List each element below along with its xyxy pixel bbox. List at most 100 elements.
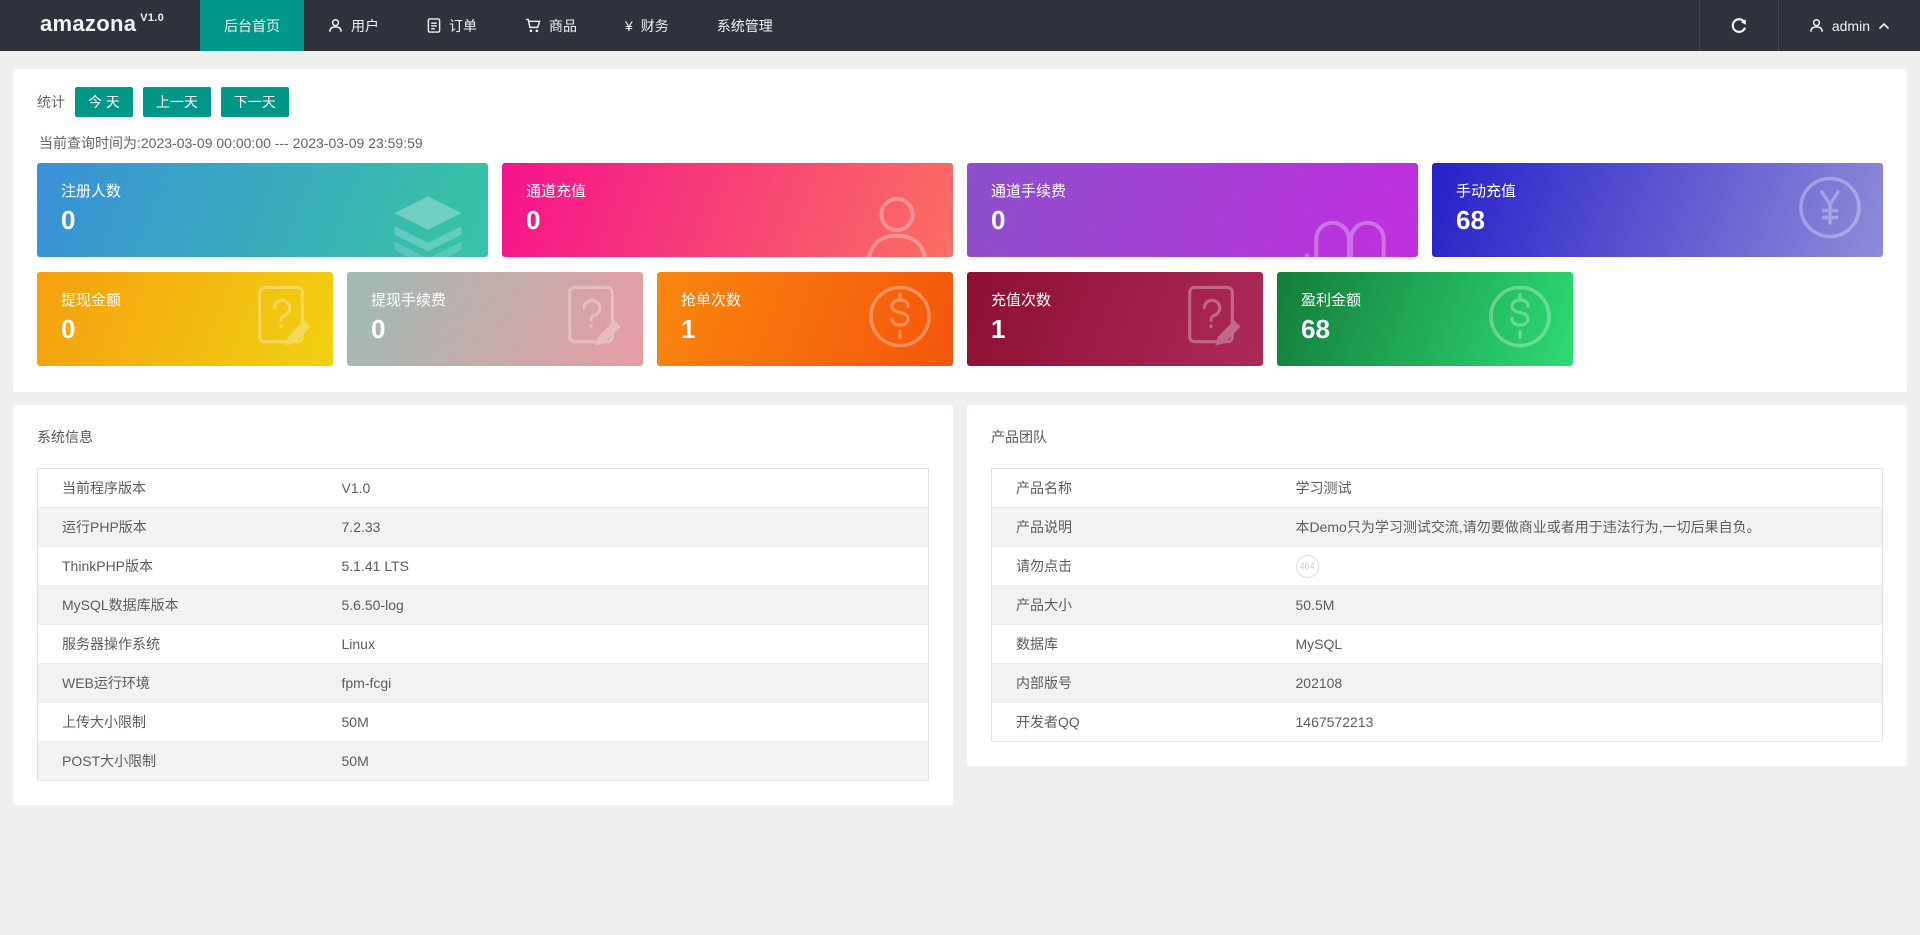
table-row: 开发者QQ 1467572213 (991, 702, 1883, 742)
product-team-panel: 产品团队 产品名称 学习测试 产品说明 本Demo只为学习测试交流,请勿要做商业… (967, 405, 1907, 766)
row-value: 本Demo只为学习测试交流,请勿要做商业或者用于违法行为,一切后果自负。 (1271, 507, 1883, 547)
row-value: 50M (317, 702, 929, 742)
nav-item-label: 系统管理 (716, 17, 773, 34)
stat-card-value: 0 (61, 314, 76, 344)
row-label: 产品名称 (991, 468, 1272, 508)
stat-card-withdraw-amount: 提现金额 0 (37, 272, 333, 366)
refresh-button[interactable] (1698, 0, 1778, 51)
stat-cards-row-1: 注册人数 0 通道充值 0 通道手续费 0 手动充值 68 (37, 163, 1883, 257)
stat-card-registered-users: 注册人数 0 (37, 163, 488, 257)
row-value: 学习测试 (1271, 468, 1883, 508)
nav-item-label: 订单 (449, 17, 477, 34)
row-value: 404 (1271, 546, 1883, 586)
table-row: 数据库 MySQL (991, 624, 1883, 664)
stats-header: 统计 今 天 上一天 下一天 (37, 87, 1892, 117)
stat-card-manual-recharge: 手动充值 68 (1432, 163, 1883, 257)
table-row: MySQL数据库版本 5.6.50-log (37, 585, 929, 625)
stat-card-value: 0 (991, 205, 1006, 235)
nav-item-finance[interactable]: ¥ 财务 (601, 0, 693, 51)
yen-icon: ¥ (625, 17, 633, 34)
product-team-table: 产品名称 学习测试 产品说明 本Demo只为学习测试交流,请勿要做商业或者用于违… (991, 468, 1883, 742)
row-label: 产品说明 (991, 507, 1272, 547)
nav-item-dashboard[interactable]: 后台首页 (200, 0, 304, 51)
row-label: 请勿点击 (991, 546, 1272, 586)
stat-card-grab-orders: 抢单次数 1 (657, 272, 953, 366)
stat-card-label: 盈利金额 (1301, 292, 1362, 309)
next-day-button[interactable]: 下一天 (220, 87, 289, 117)
row-label: 数据库 (991, 624, 1272, 664)
top-navbar: amazona V1.0 后台首页 用户 订单 商品 ¥ 财务 系统管理 adm… (0, 0, 1920, 51)
query-time-text: 当前查询时间为:2023-03-09 00:00:00 --- 2023-03-… (39, 135, 423, 151)
stat-card-profit-amount: 盈利金额 68 (1277, 272, 1573, 366)
today-button[interactable]: 今 天 (75, 87, 133, 117)
stat-card-label: 充值次数 (991, 292, 1052, 309)
system-info-table: 当前程序版本 V1.0 运行PHP版本 7.2.33 ThinkPHP版本 5.… (37, 468, 929, 781)
stat-card-label: 通道手续费 (991, 183, 1067, 200)
stat-cards-row-2: 提现金额 0 提现手续费 0 抢单次数 1 充值次数 1 盈利金额 68 (37, 272, 1883, 366)
table-row: 内部版号 202108 (991, 663, 1883, 703)
order-icon (427, 18, 441, 33)
stat-card-value: 1 (991, 314, 1006, 344)
table-row: 运行PHP版本 7.2.33 (37, 507, 929, 547)
nav-item-label: 后台首页 (224, 17, 280, 34)
row-value: Linux (317, 624, 929, 664)
stat-card-value: 0 (61, 205, 76, 235)
table-row: WEB运行环境 fpm-fcgi (37, 663, 929, 703)
row-value: V1.0 (317, 468, 929, 508)
stat-card-label: 注册人数 (61, 183, 122, 200)
row-value: MySQL (1271, 624, 1883, 664)
stat-card-value: 68 (1301, 314, 1330, 344)
table-row: 上传大小限制 50M (37, 702, 929, 742)
refresh-icon (1730, 17, 1748, 35)
row-label: 开发者QQ (991, 702, 1272, 742)
table-row: 产品大小 50.5M (991, 585, 1883, 625)
row-label: ThinkPHP版本 (37, 546, 318, 586)
row-label: 服务器操作系统 (37, 624, 318, 664)
row-value: 1467572213 (1271, 702, 1883, 742)
stat-card-withdraw-fee: 提现手续费 0 (347, 272, 643, 366)
nav-item-label: 财务 (640, 17, 669, 34)
brand-logo[interactable]: amazona V1.0 (0, 0, 200, 51)
nav-item-goods[interactable]: 商品 (501, 0, 601, 51)
table-row: 产品说明 本Demo只为学习测试交流,请勿要做商业或者用于违法行为,一切后果自负… (991, 507, 1883, 547)
stat-card-value: 68 (1456, 205, 1485, 235)
404-badge[interactable]: 404 (1295, 554, 1319, 578)
row-label: MySQL数据库版本 (37, 585, 318, 625)
row-value: fpm-fcgi (317, 663, 929, 703)
table-row: 请勿点击 404 (991, 546, 1883, 586)
system-info-title: 系统信息 (37, 429, 93, 445)
stat-card-value: 0 (526, 205, 541, 235)
row-label: 运行PHP版本 (37, 507, 318, 547)
bottom-panels: 系统信息 当前程序版本 V1.0 运行PHP版本 7.2.33 ThinkPHP… (13, 405, 1907, 805)
stat-card-label: 抢单次数 (681, 292, 742, 309)
row-value: 50.5M (1271, 585, 1883, 625)
row-label: 产品大小 (991, 585, 1272, 625)
brand-name: amazona (40, 11, 137, 36)
row-value: 5.6.50-log (317, 585, 929, 625)
user-dropdown[interactable]: admin (1777, 0, 1920, 51)
row-label: 当前程序版本 (37, 468, 318, 508)
row-label: POST大小限制 (37, 741, 318, 781)
table-row: POST大小限制 50M (37, 741, 929, 781)
system-info-panel: 系统信息 当前程序版本 V1.0 运行PHP版本 7.2.33 ThinkPHP… (13, 405, 953, 805)
stat-card-value: 0 (371, 314, 386, 344)
stats-panel: 统计 今 天 上一天 下一天 当前查询时间为:2023-03-09 00:00:… (13, 69, 1907, 392)
row-value: 202108 (1271, 663, 1883, 703)
user-name: admin (1831, 17, 1870, 34)
table-row: ThinkPHP版本 5.1.41 LTS (37, 546, 929, 586)
stat-card-label: 手动充值 (1456, 183, 1517, 200)
stat-card-label: 提现金额 (61, 292, 122, 309)
nav-item-users[interactable]: 用户 (304, 0, 403, 51)
row-label: 内部版号 (991, 663, 1272, 703)
table-row: 当前程序版本 V1.0 (37, 468, 929, 508)
table-row: 服务器操作系统 Linux (37, 624, 929, 664)
row-label: 上传大小限制 (37, 702, 318, 742)
prev-day-button[interactable]: 上一天 (142, 87, 211, 117)
user-icon (1809, 18, 1824, 33)
stat-card-channel-recharge: 通道充值 0 (502, 163, 953, 257)
stat-card-recharge-count: 充值次数 1 (967, 272, 1263, 366)
user-icon (328, 18, 343, 33)
cart-icon (525, 18, 541, 33)
nav-item-system[interactable]: 系统管理 (693, 0, 797, 51)
nav-item-orders[interactable]: 订单 (403, 0, 501, 51)
